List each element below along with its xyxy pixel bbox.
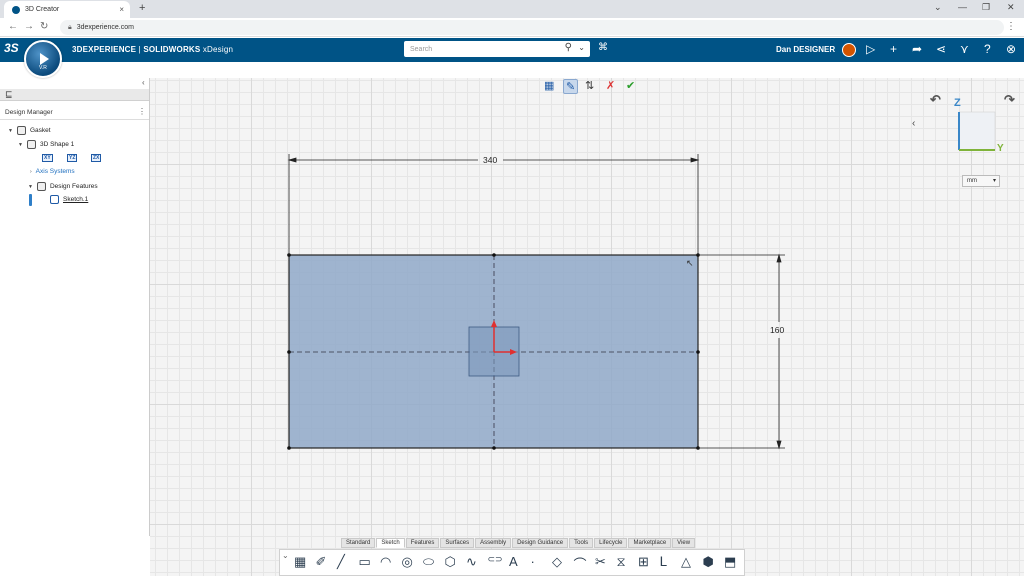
view-back-chevron-icon[interactable]: ‹ [912, 118, 915, 129]
compass-play-icon[interactable] [40, 53, 49, 65]
arc-tool-icon[interactable]: ◠ [380, 554, 391, 570]
point-tool-icon[interactable]: · [531, 554, 535, 569]
unit-select[interactable]: mm ▾ [962, 175, 1000, 187]
tree-item-label: 3D Shape 1 [39, 141, 75, 148]
line-tool-icon[interactable]: ╱ [337, 554, 345, 570]
constraint-tool-icon[interactable]: △ [681, 554, 691, 570]
polygon-tool-icon[interactable]: ⬡ [445, 554, 456, 570]
ellipse-tool-icon[interactable]: ⬭ [423, 554, 434, 570]
features-icon [36, 182, 46, 191]
tab-view[interactable]: View [672, 538, 696, 548]
tree-item-axis-systems[interactable]: › Axis Systems [30, 168, 75, 175]
expand-chevron-icon[interactable]: ▼ [8, 128, 13, 134]
grid-tool-icon[interactable]: ▦ [294, 554, 306, 570]
compass-version: V.R [39, 65, 47, 71]
tab-marketplace[interactable]: Marketplace [628, 538, 672, 548]
triad-y-label: Y [997, 143, 1004, 154]
pen-tool-icon[interactable]: ✐ [316, 554, 327, 570]
circle-tool-icon[interactable]: ◎ [402, 554, 413, 570]
view-triad[interactable] [958, 111, 996, 151]
tree-item-label: Axis Systems [35, 168, 75, 175]
mirror-tool-icon[interactable]: ⧖ [617, 554, 626, 570]
design-manager-panel: ‹ ⊑ Design Manager ⋮ ▼ Gasket ▼ 3D Shape… [0, 78, 150, 536]
convert-tool-icon[interactable]: ᒪ [660, 554, 667, 570]
cancel-sketch-icon[interactable]: ✗ [606, 79, 615, 92]
tree-item-3d-shape[interactable]: ▼ 3D Shape 1 [18, 140, 74, 149]
collapse-panel-chevron-icon[interactable]: ‹ [142, 78, 145, 87]
slot-tool-icon[interactable]: ⊂⊃ [488, 554, 503, 565]
grid-icon[interactable]: ▦ [544, 79, 554, 92]
design-manager-title: Design Manager [5, 109, 53, 116]
height-dimension[interactable] [698, 253, 785, 450]
width-dimension-value[interactable]: 340 [483, 155, 497, 165]
sketch-mode-icon[interactable]: ✎ [563, 79, 579, 94]
expand-chevron-icon[interactable]: ▼ [18, 142, 23, 148]
spline-tool-icon[interactable]: ∿ [466, 554, 477, 570]
tab-tools[interactable]: Tools [569, 538, 594, 548]
expand-chevron-icon[interactable]: › [30, 169, 32, 175]
action-bar-tabs: Standard Sketch Features Surfaces Assemb… [341, 538, 696, 548]
tree-item-gasket[interactable]: ▼ Gasket [8, 126, 51, 135]
tab-assembly[interactable]: Assembly [475, 538, 512, 548]
unit-value: mm [967, 178, 977, 184]
tree-item-design-features[interactable]: ▼ Design Features [28, 182, 98, 191]
dimension-tool-icon[interactable]: ⬢ [703, 554, 714, 570]
tree-item-label: Design Features [49, 183, 98, 190]
sketch-icon [50, 195, 59, 204]
text-tool-icon[interactable]: A [509, 554, 518, 569]
offset-tool-icon[interactable]: ◇ [552, 554, 562, 570]
tree-view-icon[interactable]: ⊑ [5, 89, 13, 100]
expand-chevron-icon[interactable]: ▼ [28, 184, 33, 190]
action-bar-chevron-icon[interactable]: ⌄ [282, 551, 289, 560]
width-dimension[interactable] [287, 154, 700, 255]
zx-plane-icon[interactable]: ZX [91, 154, 102, 162]
rotate-right-icon[interactable]: ↷ [1004, 92, 1015, 108]
tab-standard[interactable]: Standard [341, 538, 376, 548]
tree-item-label: Sketch.1 [63, 196, 89, 203]
rotate-left-icon[interactable]: ↶ [930, 92, 941, 108]
tab-surfaces[interactable]: Surfaces [440, 538, 475, 548]
divider [0, 119, 149, 120]
snap-icon[interactable]: ⇅ [585, 79, 594, 92]
tab-sketch[interactable]: Sketch [376, 538, 405, 548]
sketch-canvas[interactable] [0, 0, 1024, 576]
mouse-pointer-icon: ↖ [686, 258, 694, 268]
selection-indicator [29, 194, 32, 206]
accept-sketch-icon[interactable]: ✔ [626, 79, 635, 92]
height-dimension-value[interactable]: 160 [770, 325, 784, 335]
product-icon [16, 126, 26, 135]
shape-icon [26, 140, 36, 149]
trim-tool-icon[interactable]: ✂ [595, 554, 606, 570]
chevron-down-icon: ▾ [992, 178, 996, 184]
fillet-tool-icon[interactable]: ⌒ [574, 554, 587, 573]
compass-widget[interactable]: V.R [24, 40, 62, 78]
more-options-icon[interactable]: ⋮ [138, 107, 146, 116]
tab-design-guidance[interactable]: Design Guidance [512, 538, 569, 548]
yz-plane-icon[interactable]: YZ [67, 154, 78, 162]
tab-lifecycle[interactable]: Lifecycle [594, 538, 628, 548]
tree-item-label: Gasket [29, 127, 51, 134]
xy-plane-icon[interactable]: XY [42, 154, 53, 162]
action-bar: ⌄ ▦ ✐ ╱ ▭ ◠ ◎ ⬭ ⬡ ∿ ⊂⊃ A · ◇ ⌒ ✂ ⧖ ⊞ ᒪ △ ⬢ ⬒ [279, 549, 745, 576]
design-manager-toolbar: ⊑ [0, 89, 149, 101]
rectangle-tool-icon[interactable]: ▭ [359, 554, 371, 570]
tab-features[interactable]: Features [405, 538, 440, 548]
triad-z-label: Z [954, 97, 961, 109]
pattern-tool-icon[interactable]: ⊞ [638, 554, 649, 570]
project-tool-icon[interactable]: ⬒ [724, 554, 736, 570]
tree-item-sketch[interactable]: Sketch.1 [50, 195, 88, 204]
